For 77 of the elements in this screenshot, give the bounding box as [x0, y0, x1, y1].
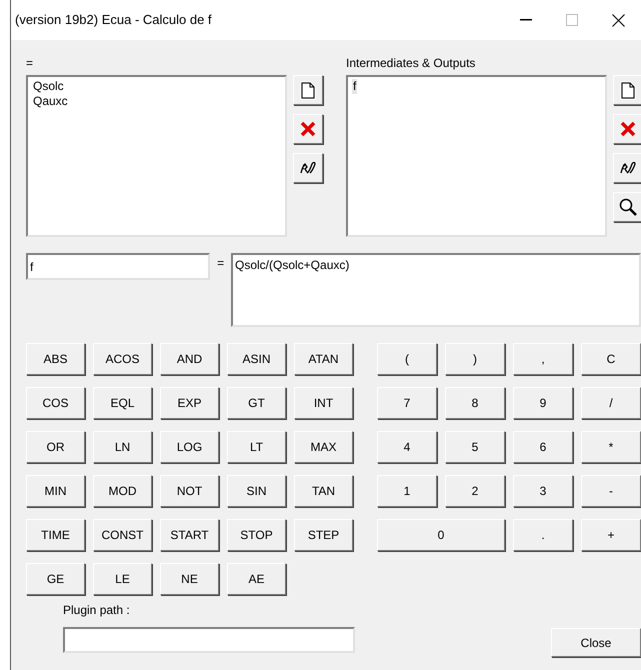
keypad-button[interactable]: 0 — [377, 519, 505, 551]
function-button[interactable]: SIN — [227, 475, 286, 507]
new-button[interactable] — [293, 75, 323, 105]
plugin-path-field[interactable] — [63, 627, 355, 653]
keypad-button[interactable]: 7 — [377, 387, 437, 419]
search-button[interactable] — [613, 192, 641, 222]
edit-button[interactable] — [293, 153, 323, 183]
keypad-button[interactable]: 6 — [513, 431, 573, 463]
function-button[interactable]: STEP — [294, 519, 353, 551]
keypad-button[interactable]: 9 — [513, 387, 573, 419]
keypad-button[interactable]: C — [581, 343, 641, 375]
keypad-button[interactable]: 1 — [377, 475, 437, 507]
keypad-button[interactable]: + — [581, 519, 641, 551]
keypad-button[interactable]: - — [581, 475, 641, 507]
keypad-button[interactable]: 4 — [377, 431, 437, 463]
search-icon — [619, 198, 637, 216]
function-button[interactable]: MOD — [93, 475, 152, 507]
list-item[interactable]: f — [352, 79, 358, 94]
function-button[interactable]: MAX — [294, 431, 353, 463]
close-icon — [620, 121, 636, 137]
list-box[interactable]: Qsolc Qauxc — [26, 75, 287, 237]
keypad-button[interactable]: 2 — [445, 475, 505, 507]
plugin-path-label: Plugin path : — [63, 602, 131, 619]
keypad-button[interactable]: ( — [377, 343, 437, 375]
list-item[interactable]: Qauxc — [32, 94, 69, 109]
expression-field[interactable]: Qsolc/(Qsolc+Qauxc) — [231, 253, 641, 327]
function-button[interactable]: START — [160, 519, 219, 551]
list-item[interactable]: Qsolc — [32, 79, 65, 94]
maximize-icon — [566, 14, 578, 26]
function-button[interactable]: CONST — [93, 519, 152, 551]
delete-button[interactable] — [293, 114, 323, 144]
new-button[interactable] — [613, 75, 641, 105]
keypad-button[interactable]: 8 — [445, 387, 505, 419]
close-icon — [612, 14, 624, 26]
function-button[interactable]: LT — [227, 431, 286, 463]
function-button[interactable]: LOG — [160, 431, 219, 463]
list-box[interactable]: f — [346, 75, 607, 237]
window-title: (version 19b2) Ecua - Calculo de f — [14, 11, 213, 30]
delete-button[interactable] — [613, 114, 641, 144]
function-button[interactable]: NOT — [160, 475, 219, 507]
function-button[interactable]: ACOS — [93, 343, 152, 375]
document-icon — [621, 82, 635, 98]
function-button[interactable]: GT — [227, 387, 286, 419]
function-button[interactable]: COS — [26, 387, 85, 419]
function-button[interactable]: GE — [26, 563, 85, 595]
minimize-icon — [520, 19, 532, 21]
panel-label: Intermediates & Outputs — [346, 55, 476, 72]
keypad-button[interactable]: 5 — [445, 431, 505, 463]
function-button[interactable]: EQL — [93, 387, 152, 419]
equals-sign: = — [216, 255, 226, 272]
keypad-button[interactable]: * — [581, 431, 641, 463]
keypad-button[interactable]: , — [513, 343, 573, 375]
function-button[interactable]: EXP — [160, 387, 219, 419]
function-button[interactable]: OR — [26, 431, 85, 463]
panel-label: = — [26, 55, 34, 72]
close-icon — [300, 121, 316, 137]
function-button[interactable]: STOP — [227, 519, 286, 551]
function-button[interactable]: LN — [93, 431, 152, 463]
function-button[interactable]: NE — [160, 563, 219, 595]
keypad-button[interactable]: . — [513, 519, 573, 551]
function-button[interactable]: TAN — [294, 475, 353, 507]
name-field[interactable]: f — [26, 253, 210, 280]
function-button[interactable]: LE — [93, 563, 152, 595]
function-button[interactable]: AND — [160, 343, 219, 375]
keypad-button[interactable]: 3 — [513, 475, 573, 507]
keypad-button[interactable]: / — [581, 387, 641, 419]
function-button[interactable]: MIN — [26, 475, 85, 507]
keypad-button[interactable]: ) — [445, 343, 505, 375]
function-button[interactable]: ABS — [26, 343, 85, 375]
function-button[interactable]: AE — [227, 563, 286, 595]
function-button[interactable]: TIME — [26, 519, 85, 551]
close-dialog-button[interactable]: Close — [551, 628, 641, 657]
edit-button[interactable] — [613, 153, 641, 183]
document-icon — [301, 82, 315, 98]
function-button[interactable]: INT — [294, 387, 353, 419]
function-button[interactable]: ASIN — [227, 343, 286, 375]
function-button[interactable]: ATAN — [294, 343, 353, 375]
